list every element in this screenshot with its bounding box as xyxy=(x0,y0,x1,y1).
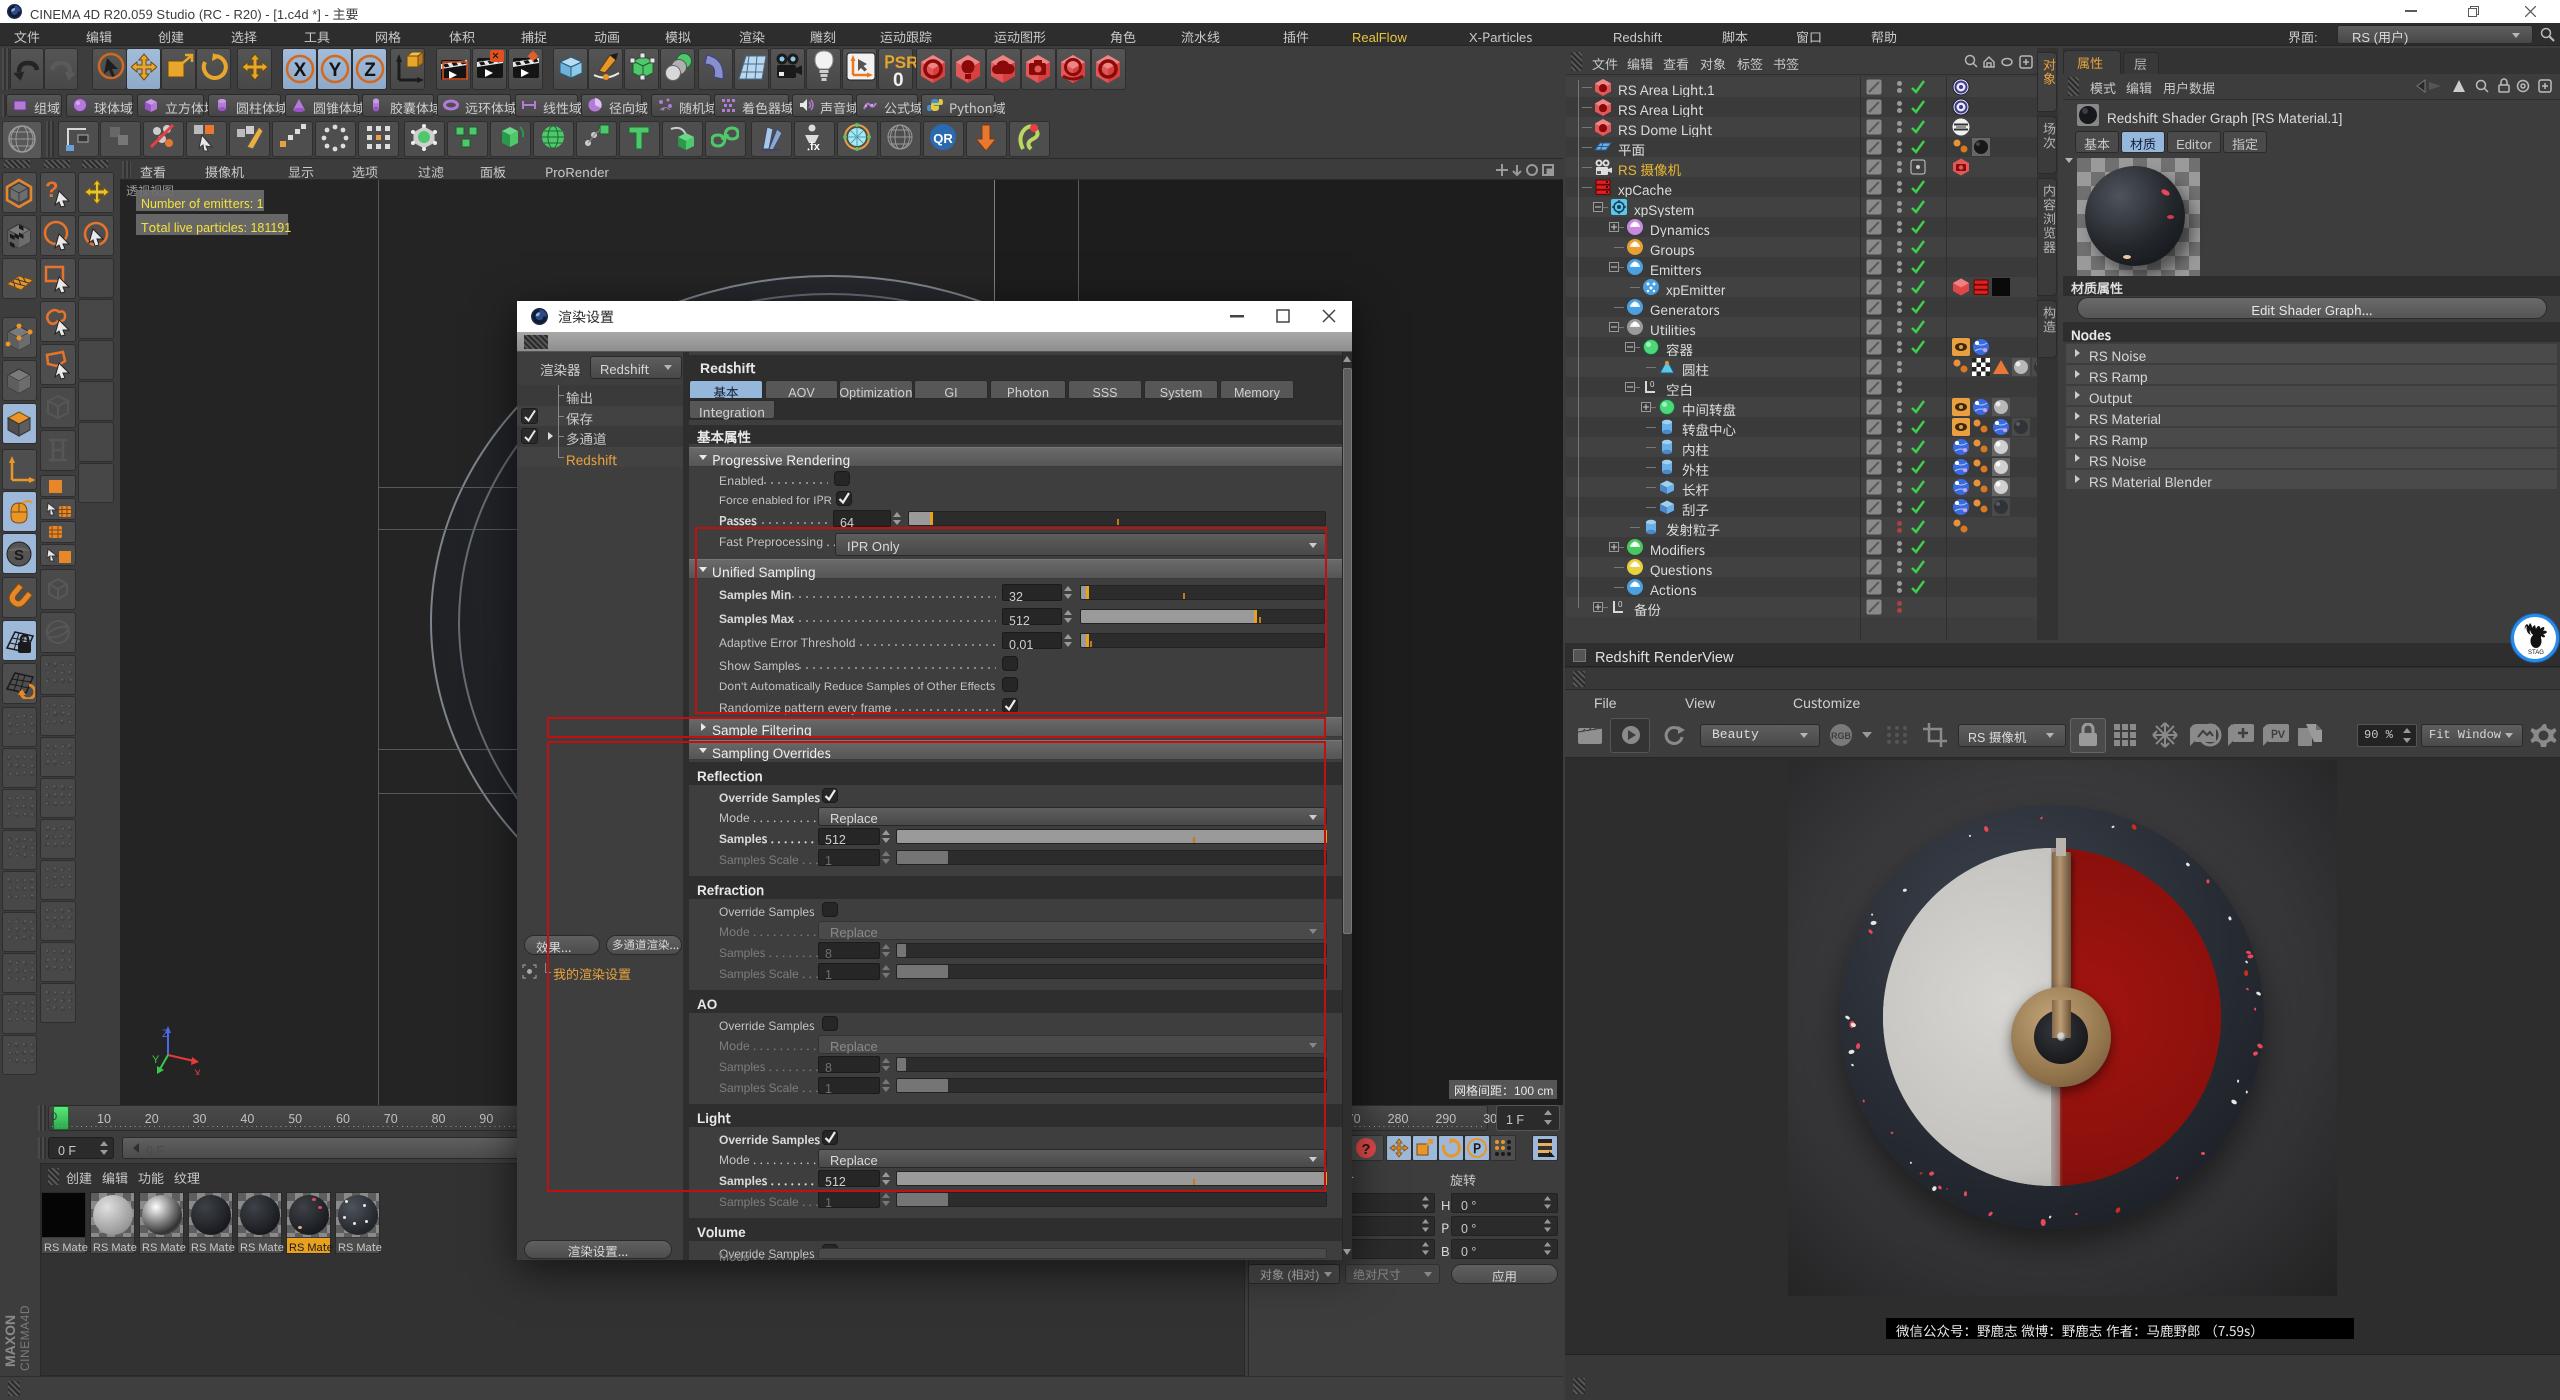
svg-text:X: X xyxy=(194,1065,200,1075)
svg-text:RGB: RGB xyxy=(1831,729,1852,742)
svg-text:S: S xyxy=(14,544,24,565)
svg-text:.fx: .fx xyxy=(807,138,821,154)
svg-text:Z: Z xyxy=(364,55,376,82)
svg-text:P: P xyxy=(1473,1138,1481,1157)
svg-text:Y: Y xyxy=(329,55,342,82)
svg-text:0: 0 xyxy=(1618,599,1623,610)
svg-text:STAG: STAG xyxy=(2528,647,2544,656)
svg-text:0: 0 xyxy=(1650,379,1655,390)
svg-text:?: ? xyxy=(1361,1138,1370,1159)
svg-text:PV: PV xyxy=(2271,726,2286,742)
svg-text:Y: Y xyxy=(152,1051,160,1067)
svg-text:X: X xyxy=(294,55,307,82)
svg-text:Z: Z xyxy=(162,1025,169,1041)
svg-text:QR: QR xyxy=(933,128,953,147)
